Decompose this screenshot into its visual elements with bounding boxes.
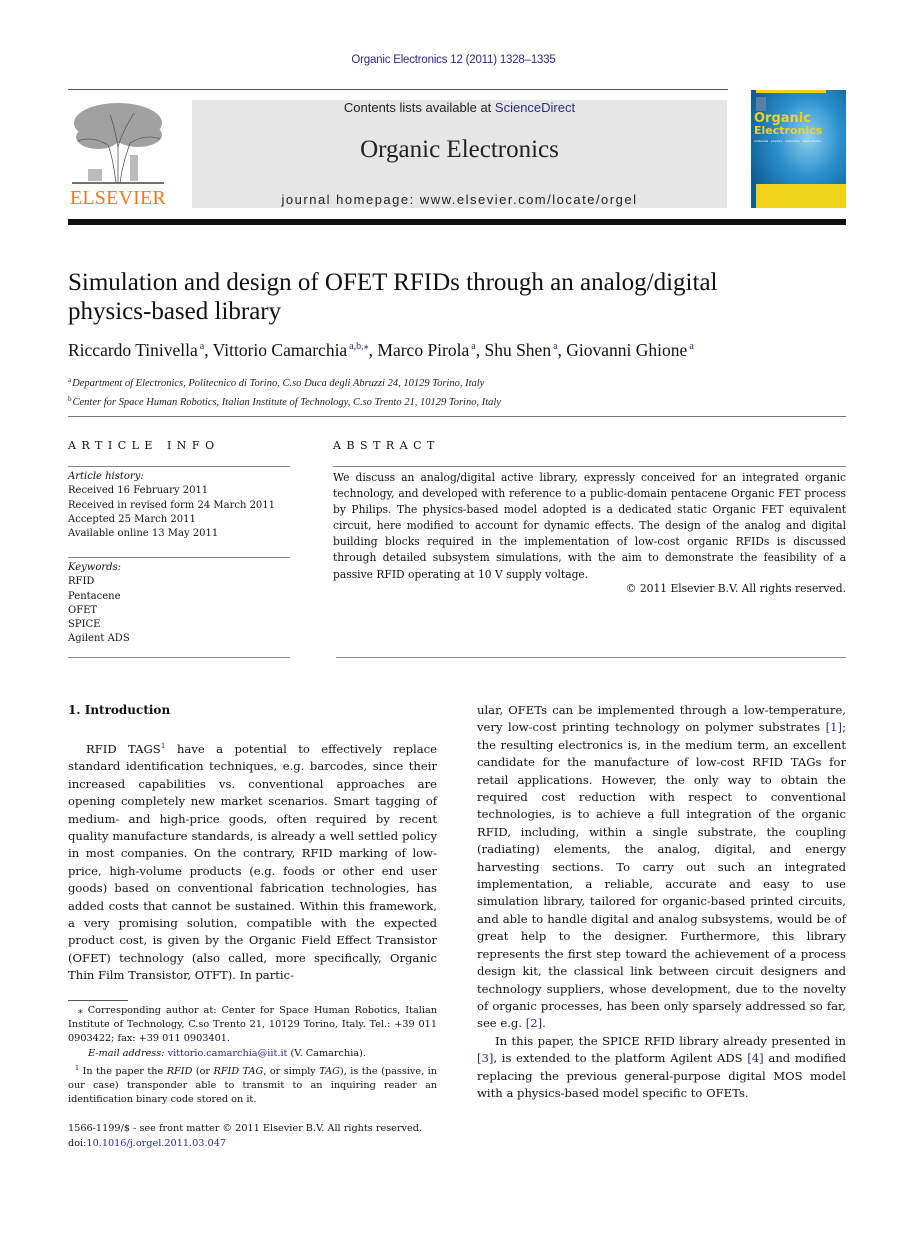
text-span: In this paper, the SPICE RFID library al… — [495, 1033, 846, 1048]
body-column-right: ular, OFETs can be implemented through a… — [477, 702, 846, 1102]
header-thick-rule — [68, 219, 846, 225]
author-affiliation-mark[interactable]: a,b,⁎ — [349, 341, 368, 352]
history-item: Received in revised form 24 March 2011 — [68, 499, 276, 511]
affiliation-item: bCenter for Space Human Robotics, Italia… — [68, 392, 848, 411]
footnote-term: RFID — [166, 1065, 193, 1077]
footnote-term: RFID TAG — [213, 1065, 264, 1077]
author-affiliation-mark[interactable]: a — [553, 341, 557, 352]
footnote-text: , or simply — [263, 1065, 320, 1077]
cover-publisher-icon — [756, 97, 766, 111]
elsevier-wordmark: ELSEVIER — [69, 187, 167, 209]
text-span: , is extended to the platform Agilent AD… — [493, 1051, 748, 1066]
journal-name: Organic Electronics — [360, 136, 559, 163]
author-list: Riccardo Tinivella a, Vittorio Camarchia a… — [68, 340, 694, 360]
affiliation-item: aDepartment of Electronics, Politecnico … — [68, 373, 848, 392]
email-label: E-mail address: — [88, 1047, 168, 1059]
footnote-term: TAG — [319, 1065, 340, 1077]
journal-header-box: Contents lists available at ScienceDirec… — [192, 100, 727, 208]
footnote-1: 1 In the paper the RFID (or RFID TAG, or… — [68, 1061, 437, 1108]
divider — [68, 557, 290, 558]
cover-bottom-bar — [756, 184, 846, 208]
author-name: Vittorio Camarchia — [212, 340, 348, 360]
journal-cover-image[interactable]: Organic Electronics materials · physics … — [751, 90, 846, 208]
keywords: Keywords: RFID Pentacene OFET SPICE Agil… — [68, 561, 290, 647]
corresponding-author-note: ⁎ Corresponding author at: Center for Sp… — [68, 1004, 437, 1047]
abstract-text: We discuss an analog/digital active libr… — [333, 471, 846, 581]
email-note: E-mail address: vittorio.camarchia@iit.i… — [68, 1047, 437, 1061]
doi-line: doi:10.1016/j.orgel.2011.03.047 — [68, 1137, 437, 1152]
doi-label: doi: — [68, 1137, 87, 1149]
body-paragraph: In this paper, the SPICE RFID library al… — [477, 1033, 846, 1103]
history-item: Accepted 25 March 2011 — [68, 513, 196, 525]
keyword-item: OFET — [68, 604, 98, 616]
keyword-item: Pentacene — [68, 590, 121, 602]
contents-prefix: Contents lists available at — [343, 100, 495, 115]
text-span: ular, OFETs can be implemented through a… — [477, 703, 846, 735]
history-item: Received 16 February 2011 — [68, 485, 209, 497]
text-span: ; the resulting electronics is, in the m… — [477, 720, 846, 1031]
journal-reference[interactable]: Organic Electronics 12 (2011) 1328–1335 — [0, 54, 907, 66]
title-line-1: Simulation and design of OFET RFIDs thro… — [68, 269, 718, 296]
article-info-heading: ARTICLE INFO — [68, 439, 220, 452]
divider — [333, 466, 846, 467]
author-name: Shu Shen — [484, 340, 552, 360]
text-span: RFID TAGS — [86, 742, 161, 756]
abstract-heading: ABSTRACT — [333, 439, 440, 452]
divider — [68, 466, 290, 467]
article-history: Article history: Received 16 February 20… — [68, 470, 290, 541]
citation-link[interactable]: [3] — [477, 1051, 493, 1065]
body-paragraph: ular, OFETs can be implemented through a… — [477, 702, 846, 1033]
author-affiliation-mark[interactable]: a — [200, 341, 204, 352]
author-affiliation-mark[interactable]: a — [689, 341, 693, 352]
keyword-item: RFID — [68, 576, 95, 588]
author-name: Riccardo Tinivella — [68, 340, 198, 360]
citation-link[interactable]: [4] — [747, 1051, 763, 1065]
history-item: Available online 13 May 2011 — [68, 528, 219, 540]
title-line-2: physics-based library — [68, 298, 282, 325]
footnote-text: Corresponding author at: Center for Spac… — [68, 1005, 437, 1045]
author-name: Giovanni Ghione — [566, 340, 688, 360]
contents-availability: Contents lists available at ScienceDirec… — [192, 100, 727, 115]
history-label: Article history: — [68, 471, 144, 482]
sciencedirect-link[interactable]: ScienceDirect — [495, 100, 575, 115]
affiliation-mark: a — [68, 376, 72, 384]
footnote-text: (or — [192, 1065, 214, 1077]
citation-link[interactable]: [1] — [826, 720, 842, 734]
article-title: Simulation and design of OFET RFIDs thro… — [68, 268, 848, 326]
journal-homepage-link[interactable]: journal homepage: www.elsevier.com/locat… — [192, 192, 727, 207]
text-span: have a potential to effectively replace … — [68, 742, 437, 983]
section-heading: 1. Introduction — [68, 703, 171, 717]
body-paragraph: RFID TAGS1 have a potential to effective… — [68, 737, 437, 985]
footnote-rule — [68, 1000, 128, 1001]
citation-link[interactable]: [2] — [526, 1016, 542, 1030]
abstract-copyright: © 2011 Elsevier B.V. All rights reserved… — [625, 582, 846, 595]
keywords-label: Keywords: — [68, 562, 122, 573]
front-matter: 1566-1199/$ - see front matter © 2011 El… — [68, 1122, 437, 1151]
doi-link[interactable]: 10.1016/j.orgel.2011.03.047 — [86, 1138, 226, 1149]
footnote-text: In the paper the — [79, 1065, 167, 1077]
cover-title-line2: Electronics — [754, 124, 823, 137]
affiliation-text: Center for Space Human Robotics, Italian… — [72, 396, 501, 408]
author-name: Marco Pirola — [377, 340, 470, 360]
issn-line: 1566-1199/$ - see front matter © 2011 El… — [68, 1123, 423, 1134]
text-span: . — [542, 1016, 546, 1031]
affiliation-mark: b — [68, 394, 72, 403]
divider — [68, 657, 290, 658]
tree-icon — [72, 103, 164, 184]
divider — [336, 657, 846, 658]
cover-top-bar — [756, 90, 826, 93]
keyword-item: SPICE — [68, 619, 101, 631]
keyword-item: Agilent ADS — [68, 633, 130, 645]
email-link[interactable]: vittorio.camarchia@iit.it — [168, 1048, 288, 1059]
author-affiliation-mark[interactable]: a — [471, 341, 475, 352]
footnotes: ⁎ Corresponding author at: Center for Sp… — [68, 1004, 437, 1107]
footnote-text: (V. Camarchia). — [287, 1047, 366, 1059]
affiliations: aDepartment of Electronics, Politecnico … — [68, 373, 848, 410]
affiliation-text: Department of Electronics, Politecnico d… — [72, 378, 485, 389]
header-rule — [68, 89, 728, 90]
section-divider — [68, 416, 846, 417]
cover-subtitle: materials · physics · chemistry · applic… — [754, 139, 821, 143]
elsevier-logo[interactable]: ELSEVIER — [68, 97, 168, 210]
body-column-left: RFID TAGS1 have a potential to effective… — [68, 737, 437, 985]
